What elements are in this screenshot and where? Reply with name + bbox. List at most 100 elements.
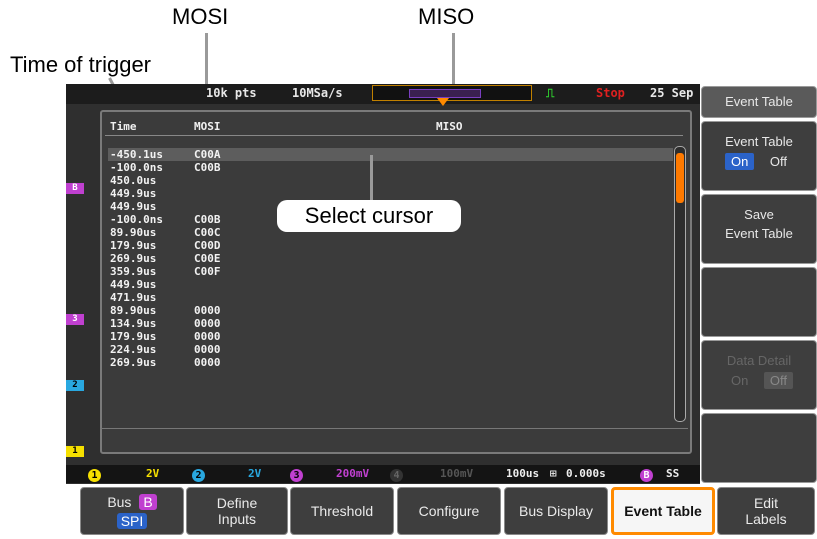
row-mosi: C00B (194, 161, 221, 174)
row-time: 449.9us (110, 200, 157, 213)
horizontal-position-icon: ⊞ (550, 467, 557, 480)
row-time: 269.9us (110, 356, 157, 369)
date-readout: 25 Sep (650, 86, 694, 100)
side-menu-title: Event Table (701, 86, 817, 118)
event-table-on[interactable]: On (724, 153, 755, 170)
row-mosi: C00B (194, 213, 221, 226)
timebase: 100us (506, 467, 540, 480)
memory-bar (372, 85, 532, 101)
row-time: 179.9us (110, 239, 157, 252)
ch3-badge[interactable]: 3 (290, 469, 303, 482)
bus-b-marker: B (66, 183, 84, 194)
trigger-position-marker (437, 98, 449, 106)
row-time: -100.0ns (110, 213, 163, 226)
row-time: 359.9us (110, 265, 157, 278)
save-event-table-button[interactable]: Save Event Table (701, 194, 817, 264)
row-time: -450.1us (110, 148, 163, 161)
row-time: 89.90us (110, 226, 157, 239)
bus-b-badge: B (139, 493, 157, 510)
ch1-badge[interactable]: 1 (88, 469, 101, 482)
edit-labels-button[interactable]: Edit Labels (717, 487, 815, 535)
table-row[interactable]: 179.9us C00D (108, 239, 673, 252)
bus-display-button[interactable]: Bus Display (504, 487, 608, 535)
table-row[interactable]: 269.9us 0000 (108, 356, 673, 369)
row-time: 471.9us (110, 291, 157, 304)
header-divider (105, 135, 683, 136)
mosi-column-header: MOSI (194, 120, 221, 133)
row-time: 449.9us (110, 278, 157, 291)
ch1-scale: 2V (146, 467, 160, 480)
threshold-button[interactable]: Threshold (290, 487, 394, 535)
row-mosi: C00C (194, 226, 221, 239)
bus-trigger-badge: B (640, 469, 653, 482)
table-row[interactable]: 224.9us 0000 (108, 343, 673, 356)
miso-column-header: MISO (436, 120, 463, 133)
empty-side-button-2[interactable] (701, 413, 817, 483)
define-inputs-button[interactable]: Define Inputs (186, 487, 288, 535)
row-mosi: 0000 (194, 330, 221, 343)
row-mosi: C00D (194, 239, 221, 252)
row-time: 224.9us (110, 343, 157, 356)
row-mosi: C00F (194, 265, 221, 278)
row-time: 134.9us (110, 317, 157, 330)
run-status: Stop (596, 86, 625, 100)
trigger-type: SS (666, 467, 680, 480)
trigger-edge-icon: ⎍ (546, 86, 555, 100)
table-row[interactable]: -100.0ns C00B (108, 161, 673, 174)
time-of-trigger-callout: Time of trigger (10, 52, 152, 77)
row-mosi: C00E (194, 252, 221, 265)
table-row[interactable]: 269.9us C00E (108, 252, 673, 265)
row-mosi: 0000 (194, 356, 221, 369)
configure-button[interactable]: Configure (397, 487, 501, 535)
ch2-badge[interactable]: 2 (192, 469, 205, 482)
row-time: 449.9us (110, 187, 157, 200)
data-detail-on[interactable]: On (725, 372, 754, 389)
time-column-header: Time (110, 120, 137, 133)
ch4-scale: 100mV (440, 467, 474, 480)
event-table-footer (100, 428, 688, 451)
table-row[interactable]: 449.9us (108, 278, 673, 291)
sample-rate: 10MSa/s (292, 86, 343, 100)
select-cursor-callout-line (370, 155, 373, 200)
horizontal-position: 0.000s (566, 467, 606, 480)
select-cursor-callout: Select cursor (277, 200, 461, 232)
row-mosi: 0000 (194, 343, 221, 356)
record-length: 10k pts (206, 86, 257, 100)
mosi-callout: MOSI (172, 4, 229, 29)
ch1-marker: 1 (66, 446, 84, 457)
spi-badge: SPI (116, 512, 148, 529)
table-row[interactable]: 471.9us (108, 291, 673, 304)
ch2-marker: 2 (66, 380, 84, 391)
row-mosi: C00A (194, 148, 221, 161)
ch3-marker: 3 (66, 314, 84, 325)
event-table-toggle-button[interactable]: Event Table On Off (701, 121, 817, 191)
event-table-scroll-thumb[interactable] (676, 153, 684, 203)
table-row[interactable]: 450.0us (108, 174, 673, 187)
event-table-off[interactable]: Off (764, 153, 793, 170)
row-time: 450.0us (110, 174, 157, 187)
table-row[interactable]: 449.9us (108, 187, 673, 200)
table-row[interactable]: 134.9us 0000 (108, 317, 673, 330)
row-time: 179.9us (110, 330, 157, 343)
data-detail-off[interactable]: Off (763, 372, 794, 389)
ch2-scale: 2V (248, 467, 262, 480)
row-mosi: 0000 (194, 317, 221, 330)
table-row[interactable]: 179.9us 0000 (108, 330, 673, 343)
ch4-badge[interactable]: 4 (390, 469, 403, 482)
table-row[interactable]: -450.1us C00A (108, 148, 673, 161)
memory-window (409, 89, 481, 98)
row-time: 89.90us (110, 304, 157, 317)
event-table-menu-button[interactable]: Event Table (611, 487, 715, 535)
bus-spi-button[interactable]: Bus B SPI (80, 487, 184, 535)
row-time: 269.9us (110, 252, 157, 265)
miso-callout: MISO (418, 4, 475, 29)
row-mosi: 0000 (194, 304, 221, 317)
channel-status-bar: 1 2V 2 2V 3 200mV 4 100mV 100us ⊞ 0.000s… (66, 465, 700, 483)
data-detail-button[interactable]: Data Detail On Off (701, 340, 817, 410)
ch3-scale: 200mV (336, 467, 370, 480)
row-time: -100.0ns (110, 161, 163, 174)
table-row[interactable]: 89.90us 0000 (108, 304, 673, 317)
empty-side-button[interactable] (701, 267, 817, 337)
event-table-rows: -450.1us C00A -100.0ns C00B 450.0us 449.9us 44… (108, 148, 673, 369)
table-row[interactable]: 359.9us C00F (108, 265, 673, 278)
